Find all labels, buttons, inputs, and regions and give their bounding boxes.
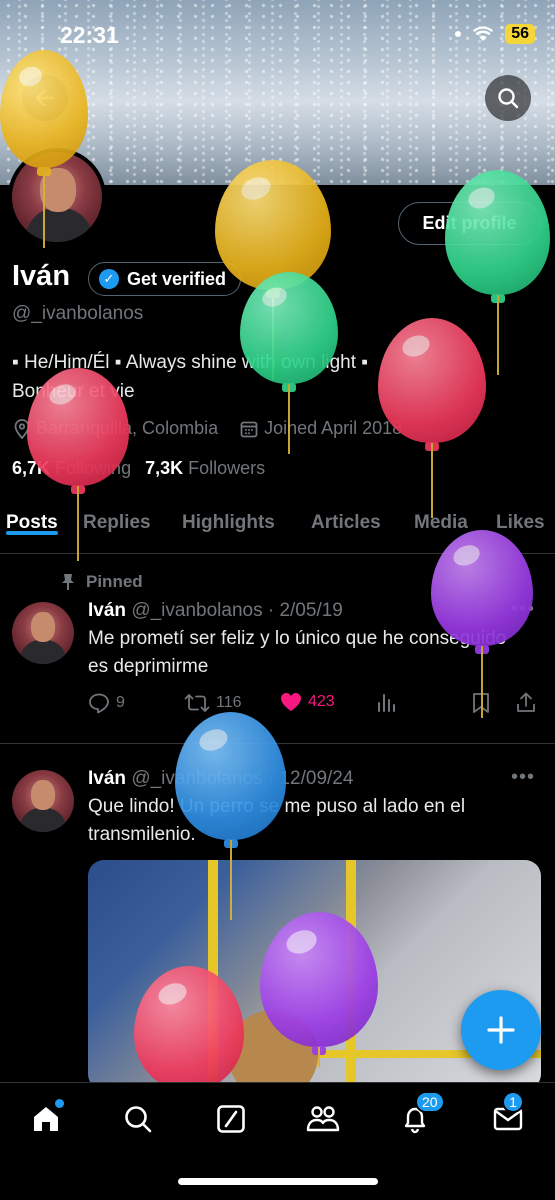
post-text: Que lindo! Un perro se me puso al lado e…	[88, 796, 466, 845]
home-notification-dot	[55, 1099, 64, 1108]
messages-badge: 1	[502, 1091, 524, 1113]
pinned-text: Pinned	[86, 572, 143, 591]
compose-plus-icon	[487, 1016, 515, 1044]
like-button[interactable]: 423	[280, 692, 335, 712]
post-author-name[interactable]: Iván	[88, 768, 126, 789]
joined-text: Joined April 2018	[264, 418, 403, 438]
wifi-icon	[473, 26, 494, 41]
post-divider	[0, 743, 555, 744]
balloon-purple	[260, 912, 378, 1067]
balloon-blue	[175, 712, 286, 920]
nav-grok[interactable]	[211, 1099, 251, 1139]
notifications-badge: 20	[415, 1091, 445, 1113]
balloon-string	[77, 486, 79, 561]
battery-indicator: 56	[505, 24, 535, 44]
views-icon	[378, 694, 395, 712]
balloon-string	[318, 1047, 320, 1067]
balloon-string	[496, 295, 499, 375]
share-button[interactable]	[516, 692, 536, 714]
nav-home[interactable]	[26, 1099, 66, 1139]
pinned-label: Pinned	[60, 572, 143, 592]
followers-label: Followers	[188, 458, 266, 478]
balloon-string	[43, 168, 45, 248]
compose-button[interactable]	[461, 990, 541, 1070]
tab-articles[interactable]: Articles	[311, 502, 381, 534]
balloon-red	[134, 966, 244, 1099]
get-verified-button[interactable]: ✓ Get verified	[88, 262, 242, 296]
post-actions: 9 116 423	[88, 692, 543, 718]
repost-count: 116	[216, 694, 242, 711]
share-icon	[517, 692, 535, 712]
status-time: 22:31	[60, 22, 119, 48]
more-icon[interactable]: •••	[511, 766, 535, 789]
balloon-string	[288, 384, 290, 454]
post-date[interactable]: · 2/05/19	[268, 600, 343, 621]
avatar-body	[26, 208, 92, 242]
search-button[interactable]	[485, 75, 531, 121]
nav-notifications[interactable]: 20	[395, 1091, 445, 1139]
nav-search[interactable]	[118, 1099, 158, 1139]
verified-badge-icon: ✓	[99, 269, 119, 289]
balloon-green	[445, 170, 550, 375]
tab-media[interactable]: Media	[414, 502, 468, 534]
balloon-string	[481, 646, 483, 718]
search-icon	[498, 88, 519, 109]
avatar-body	[20, 808, 66, 832]
followers-link[interactable]: 7,3K Followers	[145, 458, 265, 479]
pin-icon	[62, 574, 74, 590]
reply-count: 9	[116, 694, 125, 711]
views-button[interactable]	[376, 692, 396, 712]
post-author-name[interactable]: Iván	[88, 600, 126, 621]
avatar-face	[31, 612, 55, 642]
post-avatar[interactable]	[12, 602, 74, 664]
followers-count: 7,3K	[145, 458, 184, 478]
reply-icon	[89, 693, 109, 714]
post-header: Iván @_ivanbolanos · 2/05/19	[88, 600, 343, 622]
tab-likes[interactable]: Likes	[496, 502, 545, 534]
balloon-red	[378, 318, 486, 518]
avatar-face	[31, 780, 55, 810]
communities-icon	[306, 1106, 340, 1132]
tab-replies[interactable]: Replies	[83, 502, 151, 534]
repost-icon	[184, 694, 210, 712]
post-author-handle[interactable]: @_ivanbolanos	[131, 600, 262, 621]
balloon-yellow	[0, 50, 88, 248]
nav-communities[interactable]	[303, 1099, 343, 1139]
status-icons: 56	[455, 24, 535, 44]
calendar-icon	[240, 421, 258, 437]
reply-button[interactable]: 9	[88, 692, 125, 714]
profile-name: Iván	[12, 260, 71, 292]
heart-icon	[281, 693, 301, 711]
tab-highlights[interactable]: Highlights	[182, 502, 275, 534]
balloon-green	[240, 272, 338, 454]
balloon-red	[27, 368, 129, 561]
repost-button[interactable]: 116	[184, 692, 242, 714]
post-avatar[interactable]	[12, 770, 74, 832]
profile-handle: @_ivanbolanos	[12, 303, 144, 324]
balloon-yellow	[215, 160, 331, 380]
balloon-purple	[431, 530, 533, 718]
search-icon	[125, 1106, 152, 1133]
nav-messages[interactable]: 1	[488, 1091, 528, 1139]
balloon-string	[431, 443, 433, 518]
signal-icon	[455, 31, 462, 37]
joined-item: Joined April 2018	[240, 418, 402, 439]
balloon-string	[229, 840, 232, 920]
like-count: 423	[308, 693, 335, 710]
avatar-body	[20, 640, 66, 664]
tab-posts[interactable]: Posts	[6, 502, 58, 535]
get-verified-label: Get verified	[127, 268, 227, 289]
home-indicator	[178, 1178, 378, 1185]
grok-icon	[217, 1105, 245, 1133]
